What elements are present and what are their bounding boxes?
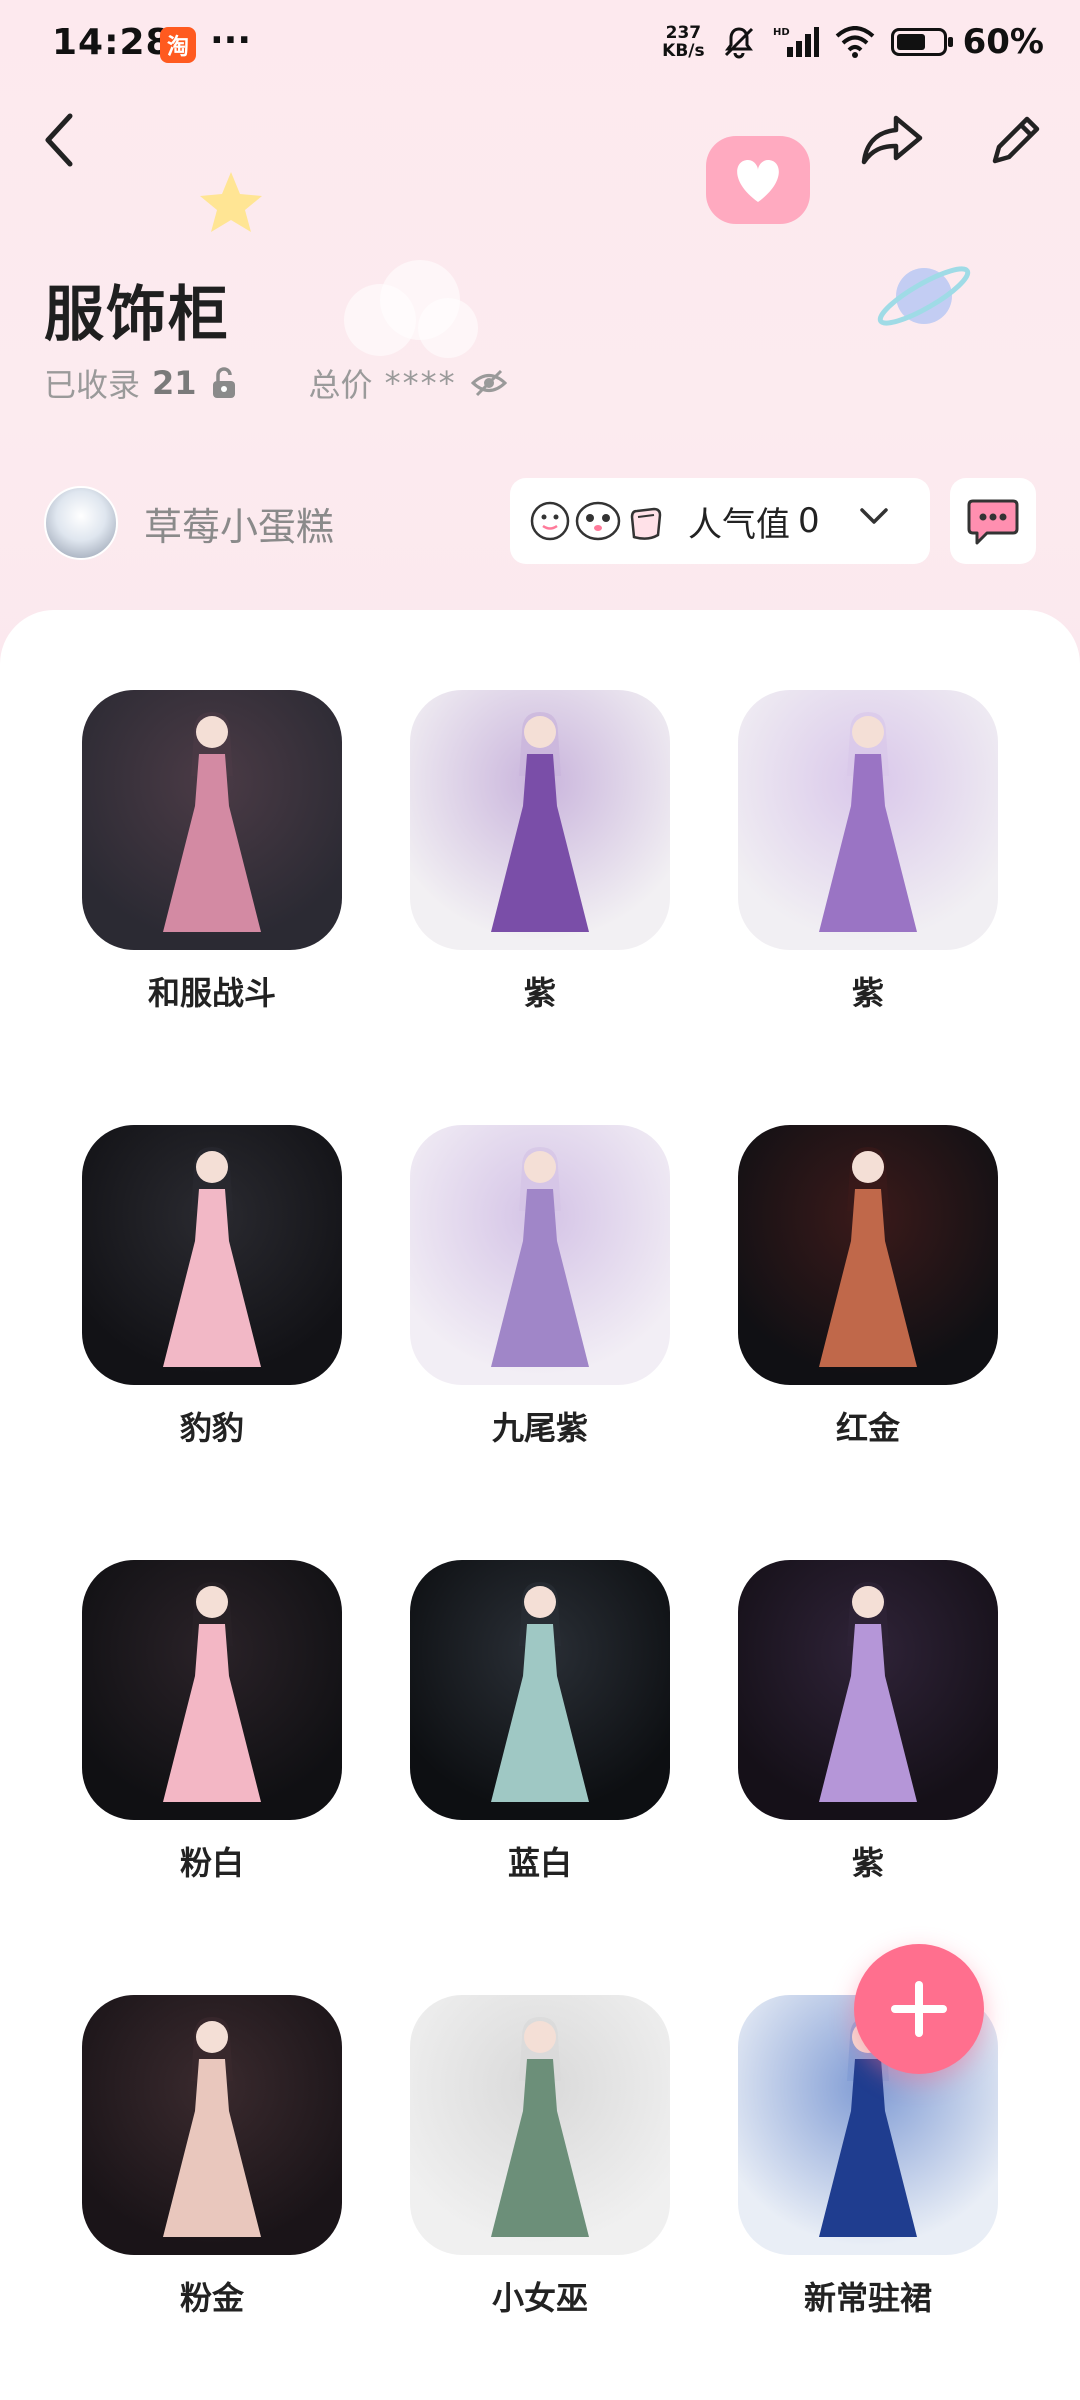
outfit-thumbnail[interactable] (738, 1560, 998, 1820)
total-price-label: 总价 (308, 366, 373, 404)
outfit-figure-icon (819, 711, 917, 932)
outfit-card[interactable]: 红金 (738, 1125, 998, 1449)
outfit-card[interactable]: 小女巫 (410, 1995, 670, 2319)
avatar[interactable] (44, 486, 118, 560)
owner-info[interactable]: 草莓小蛋糕 (44, 486, 334, 560)
unlock-icon[interactable] (209, 366, 239, 400)
popularity-value: 0 (798, 501, 820, 541)
add-outfit-button[interactable] (854, 1944, 984, 2074)
outfit-figure-icon (819, 1581, 917, 1802)
outfit-card[interactable]: 紫 (738, 690, 998, 1014)
outfit-name: 紫 (851, 974, 884, 1012)
collection-meta: 已收录 21 总价 **** (44, 360, 507, 406)
thumbs-up-sticker-icon (530, 501, 570, 541)
outfit-name: 粉白 (179, 1844, 244, 1882)
outfit-name: 蓝白 (507, 1844, 572, 1882)
more-notifications-icon: ··· (210, 20, 252, 61)
outfit-card[interactable]: 粉白 (82, 1560, 342, 1884)
signal-icon: HD (773, 27, 819, 57)
chevron-down-icon (860, 508, 888, 524)
reaction-emojis (528, 499, 668, 543)
planet-decoration-icon (877, 266, 971, 326)
mute-bell-icon (724, 27, 753, 59)
outfit-figure-icon (491, 711, 589, 932)
total-price-value: **** (384, 364, 457, 402)
outfit-card[interactable]: 紫 (410, 690, 670, 1014)
outfit-card[interactable]: 九尾紫 (410, 1125, 670, 1449)
collected-label: 已收录 (44, 366, 141, 404)
outfit-thumbnail[interactable] (82, 1560, 342, 1820)
outfit-name: 粉金 (179, 2279, 244, 2317)
outfit-figure-icon (491, 1146, 589, 1367)
outfit-figure-icon (163, 711, 261, 932)
star-decoration-icon (200, 172, 262, 232)
svg-text:HD: HD (773, 27, 790, 38)
share-icon (861, 115, 923, 165)
outfit-name: 豹豹 (179, 1409, 244, 1447)
network-speed: 237 KB/s (662, 24, 704, 60)
outfit-name: 九尾紫 (491, 1409, 588, 1447)
network-speed-unit: KB/s (662, 41, 705, 61)
popularity-label: 人气值 (688, 504, 790, 545)
battery-icon (890, 28, 953, 56)
cloud-decoration-icon (344, 260, 478, 358)
outfit-thumbnail[interactable] (82, 690, 342, 950)
outfit-card[interactable]: 紫 (738, 1560, 998, 1884)
popularity-dropdown[interactable]: 人气值 0 (510, 478, 930, 564)
outfit-card[interactable]: 豹豹 (82, 1125, 342, 1449)
comment-button[interactable] (950, 478, 1036, 564)
pencil-icon (992, 116, 1040, 164)
hidden-eye-icon[interactable] (470, 368, 507, 398)
username[interactable]: 草莓小蛋糕 (144, 496, 334, 551)
outfit-figure-icon (163, 1581, 261, 1802)
outfit-thumbnail[interactable] (738, 690, 998, 950)
back-button[interactable] (20, 100, 100, 180)
heart-bubble-decoration-icon (706, 136, 810, 224)
outfit-name: 小女巫 (491, 2279, 588, 2317)
collected-count: 21 (152, 364, 197, 402)
outfit-thumbnail[interactable] (410, 690, 670, 950)
outfit-card[interactable]: 蓝白 (410, 1560, 670, 1884)
outfit-thumbnail[interactable] (738, 1125, 998, 1385)
back-arrow-icon (45, 113, 73, 167)
outfit-figure-icon (163, 1146, 261, 1367)
edit-button[interactable] (976, 100, 1056, 180)
network-speed-value: 237 (665, 23, 702, 43)
clap-sticker-icon (630, 507, 662, 540)
outfit-figure-icon (491, 2016, 589, 2237)
status-bar: 14:28 淘 ··· 237 KB/s HD 60% (0, 0, 1080, 92)
share-button[interactable] (852, 100, 932, 180)
taobao-app-icon: 淘 (160, 27, 196, 63)
outfit-figure-icon (491, 1581, 589, 1802)
outfit-name: 红金 (835, 1409, 900, 1447)
outfit-card[interactable]: 和服战斗 (82, 690, 342, 1014)
outfit-thumbnail[interactable] (82, 1125, 342, 1385)
outfit-grid-panel: 和服战斗紫紫豹豹 九尾紫 红金 粉白 蓝白紫粉金 小女巫 新常驻裙 (0, 610, 1080, 2400)
outfit-name: 紫 (523, 974, 556, 1012)
battery-percent: 60% (962, 22, 1044, 62)
wifi-icon (835, 26, 874, 58)
outfit-thumbnail[interactable] (410, 1995, 670, 2255)
outfit-thumbnail[interactable] (410, 1125, 670, 1385)
plus-icon (891, 1981, 947, 2037)
outfit-figure-icon (819, 1146, 917, 1367)
outfit-figure-icon (163, 2016, 261, 2237)
outfit-thumbnail[interactable] (82, 1995, 342, 2255)
outfit-card[interactable]: 粉金 (82, 1995, 342, 2319)
status-time: 14:28 (52, 22, 172, 63)
chat-bubble-icon (967, 499, 1019, 545)
outfit-thumbnail[interactable] (410, 1560, 670, 1820)
outfit-name: 新常驻裙 (803, 2279, 932, 2317)
page-title: 服饰柜 (44, 280, 230, 350)
outfit-name: 紫 (851, 1844, 884, 1882)
status-right: 237 KB/s HD 60% (662, 22, 1044, 62)
outfit-name: 和服战斗 (147, 974, 276, 1012)
face-sticker-icon (575, 501, 621, 541)
